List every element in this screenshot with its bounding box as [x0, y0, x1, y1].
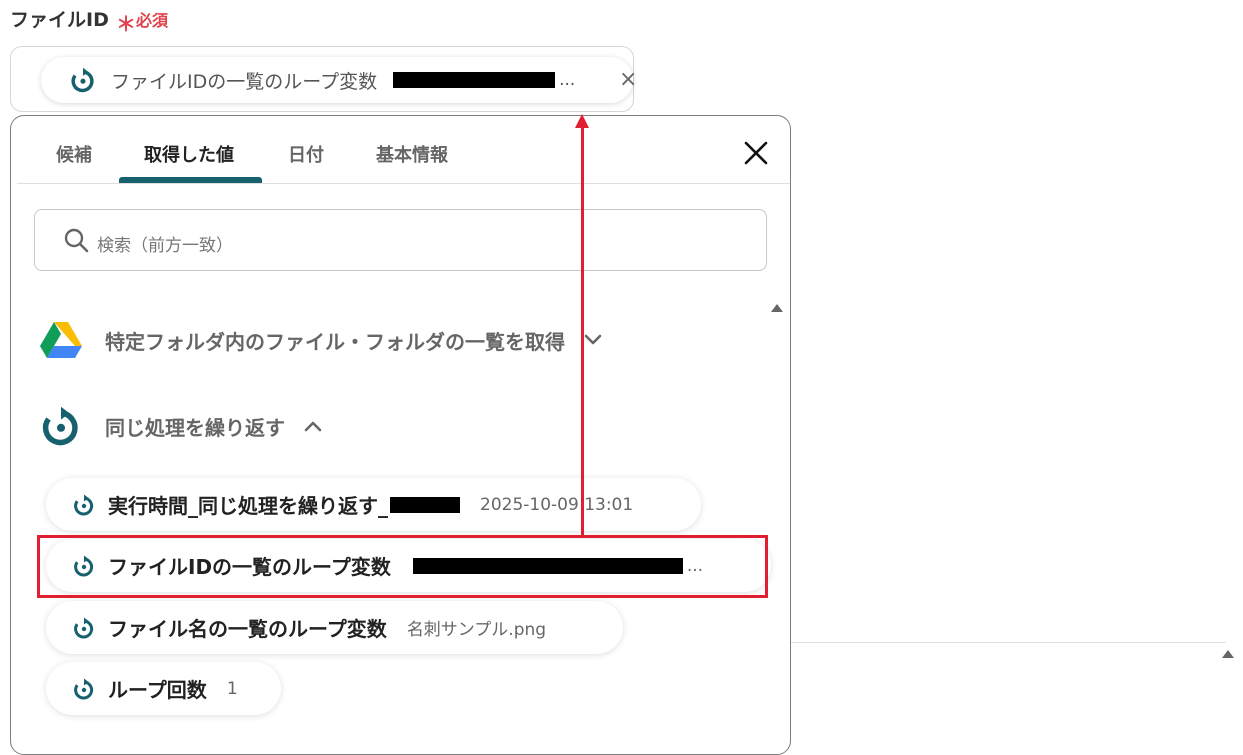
tab-retrieved-values[interactable]: 取得した値 [144, 141, 234, 167]
search-icon [64, 228, 89, 253]
remove-chip-button[interactable]: × [619, 67, 637, 92]
item-label: ループ回数 [108, 678, 207, 702]
annotation-highlight-box [37, 535, 768, 598]
scroll-up-arrow[interactable] [771, 304, 783, 312]
tab-basic-info[interactable]: 基本情報 [376, 141, 448, 167]
close-icon[interactable] [741, 138, 771, 168]
field-label: ファイルID [10, 9, 109, 31]
tab-date[interactable]: 日付 [288, 141, 324, 167]
selected-value-chip[interactable]: ファイルIDの一覧のループ変数 ... × [41, 57, 637, 103]
chip-ellipsis: ... [559, 70, 576, 90]
group-label: 特定フォルダ内のファイル・フォルダの一覧を取得 [105, 329, 565, 354]
annotation-arrow-head [575, 114, 589, 128]
annotation-arrow-line [581, 126, 584, 536]
list-item-loop-count[interactable]: ループ回数 1 [46, 662, 281, 715]
tab-divider [17, 183, 790, 184]
list-item-exec-time[interactable]: 実行時間_同じ処理を繰り返す_ 2025-10-09 13:01 [46, 478, 701, 531]
item-value: 名刺サンプル.png [406, 620, 547, 640]
group-loop[interactable]: 同じ処理を繰り返す [39, 404, 323, 448]
group-label: 同じ処理を繰り返す [105, 415, 285, 440]
loop-icon [74, 494, 94, 515]
loop-icon [42, 406, 78, 446]
chip-label: ファイルIDの一覧のループ変数 [111, 70, 378, 93]
value-picker-panel: 候補 取得した値 日付 基本情報 検索（前方一致） 特定フォルダ内のファイル・フ… [10, 115, 791, 755]
group-drive-list[interactable]: 特定フォルダ内のファイル・フォルダの一覧を取得 [39, 320, 603, 360]
item-label: 実行時間_同じ処理を繰り返す_ [108, 494, 388, 518]
loop-icon [74, 617, 94, 638]
required-text: 必須 [136, 11, 169, 30]
loop-icon [74, 678, 94, 699]
chevron-up-icon[interactable] [303, 419, 323, 433]
loop-icon [71, 67, 94, 93]
search-placeholder: 検索（前方一致） [97, 236, 233, 256]
item-value: 2025-10-09 13:01 [480, 494, 634, 515]
scroll-up-arrow[interactable] [1222, 650, 1234, 658]
chevron-down-icon[interactable] [583, 333, 603, 347]
google-drive-icon [40, 322, 82, 358]
redacted-value [390, 496, 460, 513]
redacted-value [393, 72, 556, 88]
search-input[interactable]: 検索（前方一致） [34, 209, 767, 271]
required-mark: ＊ [116, 12, 136, 36]
background-panel [791, 642, 1226, 723]
tab-candidates[interactable]: 候補 [56, 141, 92, 167]
item-label: ファイル名の一覧のループ変数 [108, 617, 387, 641]
file-id-field[interactable]: ファイルIDの一覧のループ変数 ... × [10, 46, 637, 112]
item-value: 1 [226, 678, 238, 699]
list-item-file-name-loop[interactable]: ファイル名の一覧のループ変数 名刺サンプル.png [46, 601, 623, 654]
